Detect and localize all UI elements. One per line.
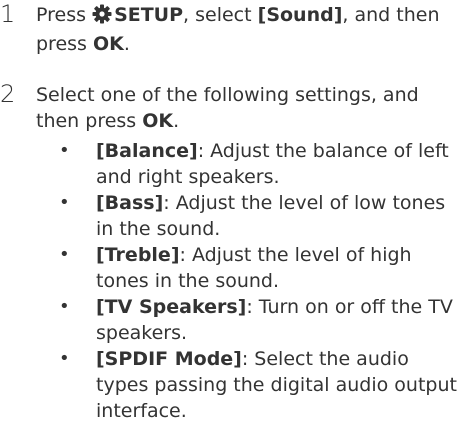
list-item: • [Balance]: Adjust the balance of left … [36, 138, 464, 190]
step-2-end: . [173, 110, 180, 132]
step-1-mid: , select [183, 4, 252, 26]
ok-label: OK [93, 33, 124, 55]
setting-name: [TV Speakers] [96, 296, 247, 318]
gear-icon [92, 4, 112, 31]
settings-list: • [Balance]: Adjust the balance of left … [36, 138, 464, 424]
bullet: • [59, 140, 70, 161]
step-2-text: Select one of the following settings, an… [36, 82, 464, 134]
setting-name: [SPDIF Mode] [96, 348, 242, 370]
bullet: • [59, 296, 70, 317]
setting-name: [Balance] [96, 140, 198, 162]
instruction-page: 1 Press SETUP, select [Sound], and then … [0, 0, 467, 445]
step-2-intro: Select one of the following settings, an… [36, 84, 419, 132]
step-1-end: . [123, 33, 130, 55]
setup-label: SETUP [114, 4, 184, 26]
step-1-text: Press SETUP, select [Sound], and then pr… [36, 2, 464, 57]
list-item: • [Treble]: Adjust the level of high ton… [36, 242, 464, 294]
list-item: • [TV Speakers]: Turn on or off the TV s… [36, 294, 464, 346]
step-1-press: Press [36, 4, 87, 26]
setting-name: [Bass] [96, 192, 164, 214]
list-item: • [Bass]: Adjust the level of low tones … [36, 190, 464, 242]
setting-name: [Treble] [96, 244, 180, 266]
sound-label: [Sound] [257, 4, 343, 26]
bullet: • [59, 244, 70, 265]
bullet: • [59, 192, 70, 213]
bullet: • [59, 348, 70, 369]
list-item: • [SPDIF Mode]: Select the audio types p… [36, 346, 464, 424]
step-number: 1 [0, 0, 16, 28]
ok-label: OK [142, 110, 174, 132]
step-number: 2 [0, 80, 16, 108]
